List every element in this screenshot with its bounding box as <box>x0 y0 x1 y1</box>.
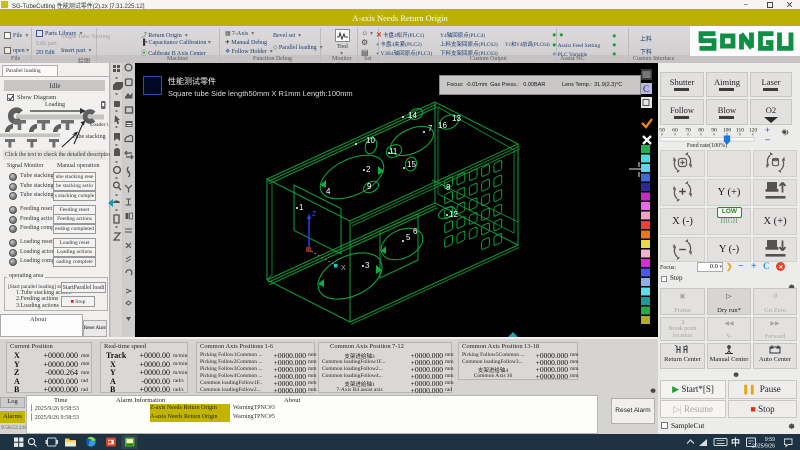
svg-text:13: 13 <box>452 114 461 123</box>
svg-text:9: 9 <box>367 182 372 191</box>
svg-text:4: 4 <box>326 187 331 196</box>
svg-text:3: 3 <box>365 261 370 270</box>
svg-text:9:59: 9:59 <box>765 437 775 443</box>
svg-text:8: 8 <box>446 183 451 192</box>
svg-text:Z: Z <box>312 211 317 218</box>
svg-text:14: 14 <box>408 111 417 120</box>
svg-text:中: 中 <box>731 437 740 448</box>
svg-text:1: 1 <box>299 203 304 212</box>
svg-text:15: 15 <box>407 160 416 169</box>
svg-text:12: 12 <box>449 210 458 219</box>
svg-text:7: 7 <box>428 124 433 133</box>
svg-text:6: 6 <box>413 227 418 236</box>
svg-text:2: 2 <box>366 165 371 174</box>
svg-text:2025/9/26: 2025/9/26 <box>752 444 775 450</box>
svg-text:X: X <box>341 265 346 272</box>
svg-text:11: 11 <box>389 147 398 156</box>
svg-text:10: 10 <box>366 136 375 145</box>
svg-text:5: 5 <box>406 233 411 242</box>
svg-text:16: 16 <box>438 121 447 130</box>
svg-text:C: C <box>643 84 649 94</box>
